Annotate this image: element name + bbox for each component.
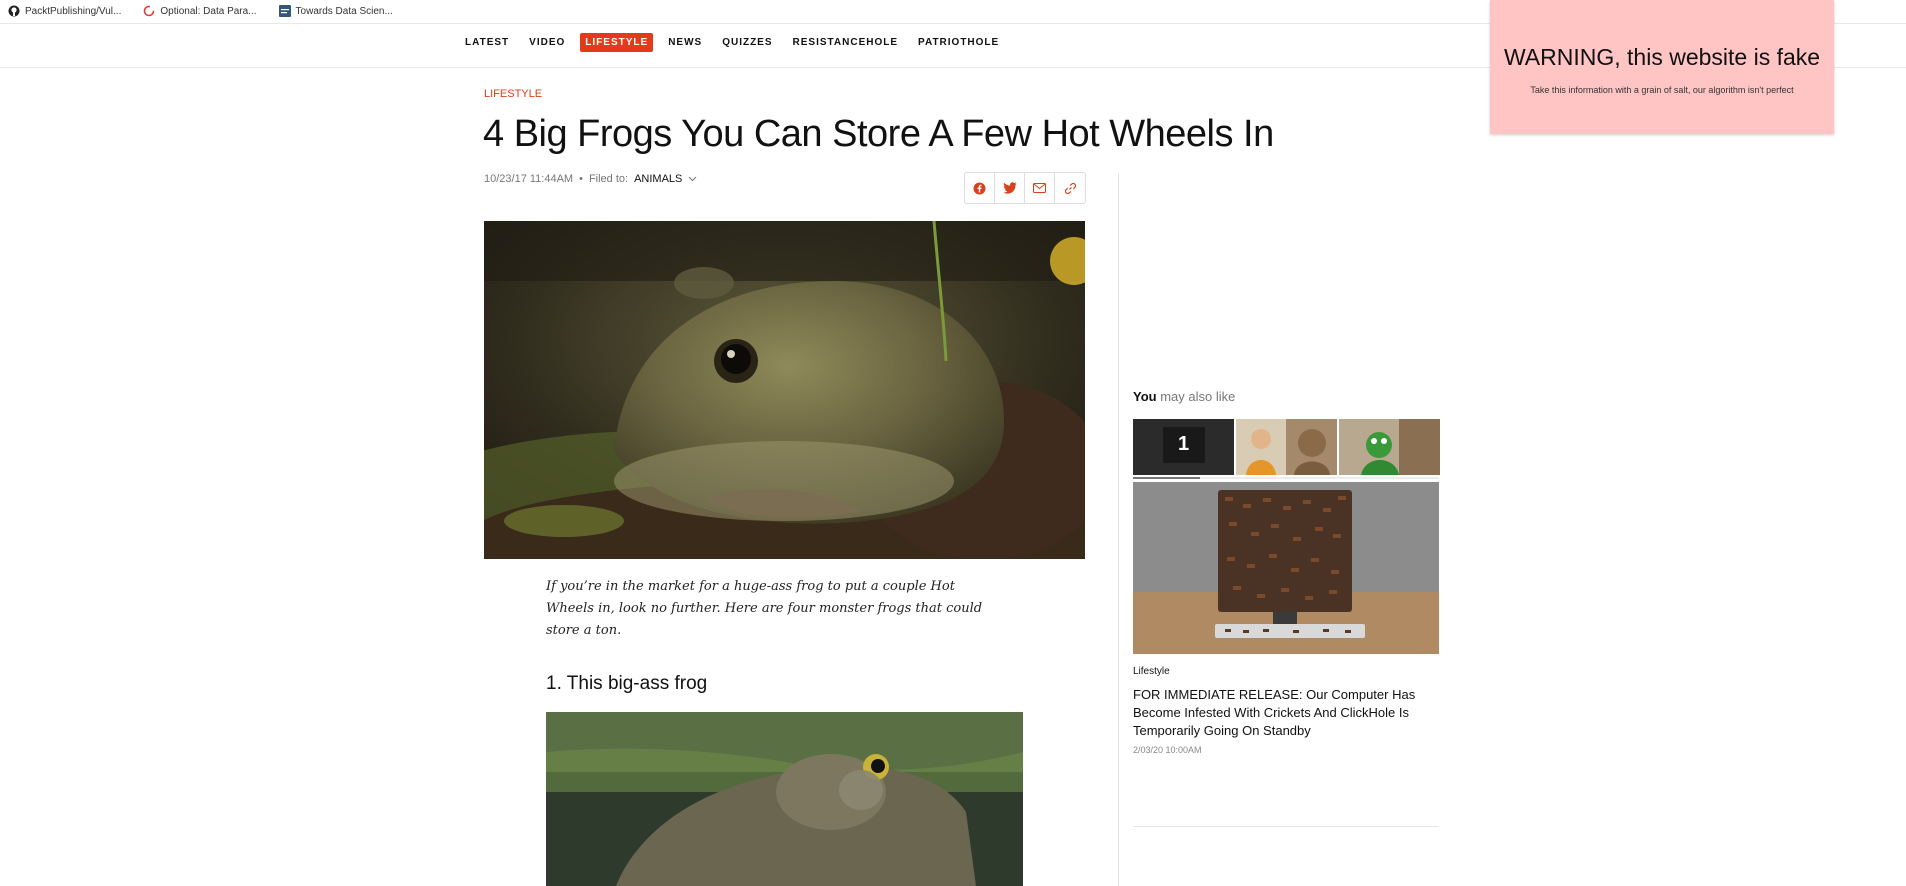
nav-item-lifestyle[interactable]: LIFESTYLE — [580, 33, 654, 52]
link-icon — [1064, 182, 1076, 194]
facebook-icon — [973, 182, 986, 194]
bookmark-label: Optional: Data Para... — [160, 5, 257, 17]
nav-items: LATEST VIDEO LIFESTYLE NEWS QUIZZES RESI… — [460, 33, 1004, 52]
also-like-rest: may also like — [1156, 389, 1236, 404]
email-icon — [1033, 183, 1046, 193]
bookmark-item[interactable]: Optional: Data Para... — [143, 5, 257, 17]
article-title: 4 Big Frogs You Can Store A Few Hot Whee… — [483, 113, 1274, 155]
hero-frog-image — [484, 221, 1085, 559]
twitter-icon — [1002, 182, 1016, 194]
sidebar-divider — [1133, 826, 1439, 827]
warning-text: Take this information with a grain of sa… — [1530, 85, 1794, 95]
filed-tag[interactable]: ANIMALS — [634, 173, 682, 185]
carousel-thumb-3[interactable] — [1339, 419, 1440, 475]
bookmark-label: Towards Data Scien... — [295, 5, 393, 17]
nav-item-quizzes[interactable]: QUIZZES — [717, 33, 777, 52]
nav-item-resistancehole[interactable]: RESISTANCEHOLE — [788, 33, 904, 52]
share-email-button[interactable] — [1025, 173, 1055, 203]
carousel-progress — [1133, 477, 1439, 479]
section-heading: 1. This big-ass frog — [546, 673, 708, 694]
column-divider — [1118, 173, 1119, 886]
carousel-thumb-1[interactable]: 1 — [1133, 419, 1234, 475]
warning-title: WARNING, this website is fake — [1503, 44, 1821, 70]
article-category[interactable]: LIFESTYLE — [484, 88, 542, 100]
bookmark-item[interactable]: PacktPublishing/Vul... — [8, 5, 121, 17]
recommended-category[interactable]: Lifestyle — [1133, 666, 1170, 677]
recommended-title[interactable]: FOR IMMEDIATE RELEASE: Our Computer Has … — [1133, 686, 1433, 740]
nav-item-patriothole[interactable]: PATRIOTHOLE — [913, 33, 1004, 52]
recommended-date: 2/03/20 10:00AM — [1133, 745, 1202, 755]
nav-item-latest[interactable]: LATEST — [460, 33, 514, 52]
red-ring-icon — [144, 5, 155, 17]
article-intro: If you’re in the market for a huge-ass f… — [546, 579, 983, 638]
fake-site-warning: WARNING, this website is fake Take this … — [1490, 0, 1834, 134]
carousel-progress-fill — [1133, 477, 1201, 479]
also-like-heading: You may also like — [1133, 389, 1235, 404]
share-twitter-button[interactable] — [995, 173, 1025, 203]
carousel-thumb-number: 1 — [1177, 433, 1190, 455]
also-like-bold: You — [1133, 389, 1157, 404]
tds-icon — [278, 5, 291, 17]
frog-image-2 — [546, 712, 1023, 886]
recommended-article-image[interactable] — [1133, 482, 1439, 654]
chevron-down-icon[interactable] — [688, 176, 697, 182]
bookmark-item[interactable]: Towards Data Scien... — [278, 5, 393, 17]
github-icon — [8, 5, 20, 17]
article-meta: 10/23/17 11:44AM • Filed to: ANIMALS — [484, 173, 697, 185]
share-link-button[interactable] — [1055, 173, 1085, 203]
share-facebook-button[interactable] — [965, 173, 995, 203]
carousel-thumbnails: 1 — [1133, 419, 1440, 475]
meta-separator: • — [579, 173, 583, 185]
nav-item-news[interactable]: NEWS — [663, 33, 707, 52]
filed-label: Filed to: — [588, 173, 629, 185]
share-bar — [964, 172, 1086, 204]
article-timestamp: 10/23/17 11:44AM — [484, 173, 574, 185]
bookmark-label: PacktPublishing/Vul... — [25, 5, 122, 17]
nav-item-video[interactable]: VIDEO — [524, 33, 570, 52]
carousel-thumb-2[interactable] — [1236, 419, 1337, 475]
